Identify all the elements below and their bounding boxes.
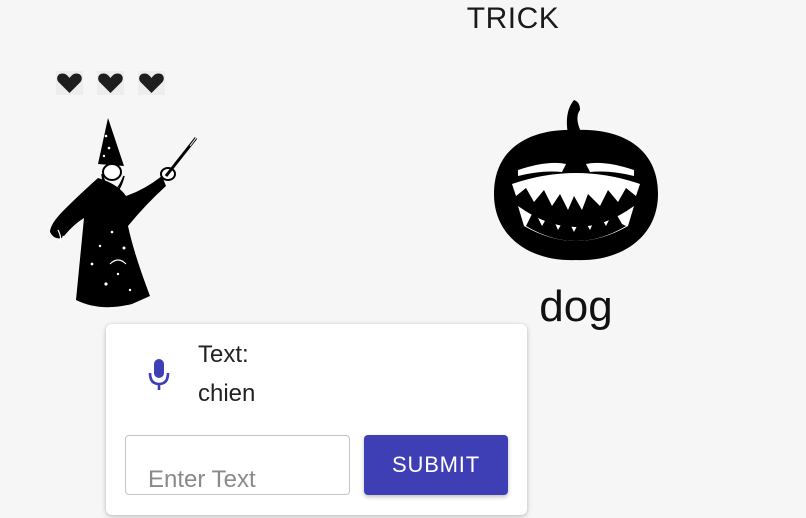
heart-icon [138, 71, 165, 95]
heart-icon [97, 71, 124, 95]
recognized-text-value: chien [198, 380, 256, 407]
answer-input[interactable] [125, 435, 350, 495]
heart-icon [56, 71, 83, 95]
submit-button[interactable]: SUBMIT [364, 435, 508, 495]
lives-indicator [56, 71, 165, 95]
microphone-icon[interactable] [148, 359, 170, 391]
answer-card: Text: chien SUBMIT [106, 324, 527, 515]
trick-label: TRICK [466, 2, 560, 35]
recognized-text-label: Text: [198, 341, 249, 368]
wizard-icon [40, 114, 202, 314]
game-title: TRICK [0, 2, 806, 36]
pumpkin-icon [488, 98, 664, 264]
